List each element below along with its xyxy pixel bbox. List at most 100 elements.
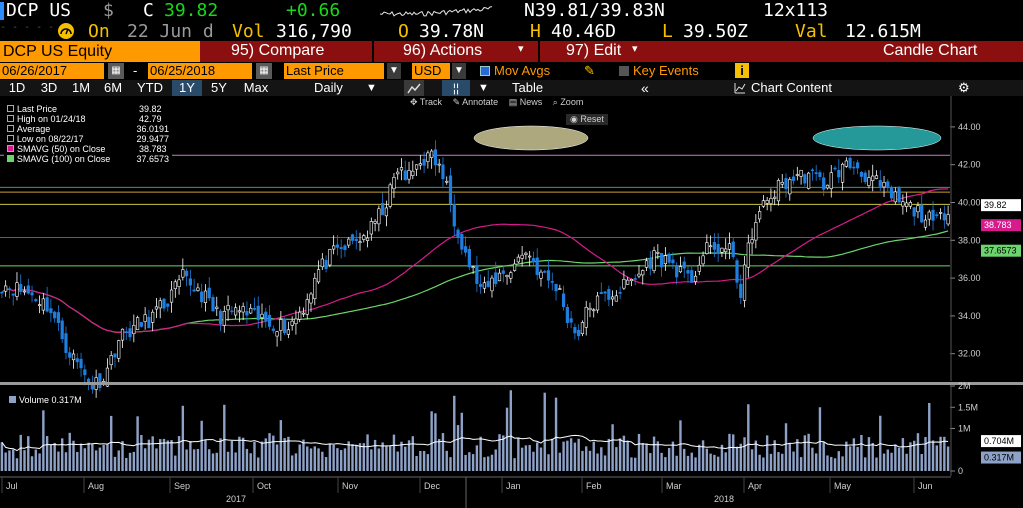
edit-menu[interactable]: 97) Edit xyxy=(566,42,621,60)
chevron-down-icon[interactable]: ▼ xyxy=(478,80,489,96)
candle-body xyxy=(369,221,373,235)
volume-bar xyxy=(61,438,64,471)
volume-bar xyxy=(509,390,513,471)
pencil-icon[interactable]: ✎ xyxy=(584,63,595,79)
period-tab-1m[interactable]: 1M xyxy=(66,80,96,96)
volume-bar xyxy=(645,443,648,471)
volume-bar xyxy=(68,432,71,471)
volume-bar xyxy=(536,442,539,471)
period-tab-ytd[interactable]: YTD xyxy=(130,80,170,96)
volume-bar xyxy=(34,449,38,471)
volume-bar xyxy=(272,435,275,471)
candle-body xyxy=(901,201,905,207)
table-button[interactable]: Table xyxy=(512,80,543,96)
volume-bar xyxy=(38,453,41,471)
period-tab-1d[interactable]: 1D xyxy=(2,80,32,96)
mov-avgs-checkbox[interactable] xyxy=(480,66,490,76)
candle-body xyxy=(452,203,456,227)
volume-bar xyxy=(121,441,124,471)
reset-button[interactable]: ◉ Reset xyxy=(566,114,608,125)
volume-bar xyxy=(143,448,147,471)
chevron-down-icon[interactable]: ▼ xyxy=(452,63,466,79)
candle-icon[interactable]: ¦¦ xyxy=(442,80,470,96)
candle-body xyxy=(720,247,724,253)
edit-dropdown-icon[interactable]: ▾ xyxy=(632,42,638,55)
candle-body xyxy=(678,266,683,273)
volume-bar xyxy=(935,445,939,471)
month-label: Sep xyxy=(174,481,190,491)
ticker[interactable]: DCP US xyxy=(6,0,71,21)
annotate-tool[interactable]: Annotate xyxy=(462,97,498,107)
candle-body xyxy=(908,202,913,207)
volume-bar xyxy=(268,433,271,471)
period-tab-max[interactable]: Max xyxy=(236,80,276,96)
security-name[interactable]: DCP US Equity xyxy=(0,41,200,62)
candle-body xyxy=(279,319,283,331)
candle-body xyxy=(124,331,128,334)
volume-bar xyxy=(758,454,761,471)
key-events-label[interactable]: Key Events xyxy=(633,63,699,78)
period-tab-5y[interactable]: 5Y xyxy=(204,80,234,96)
field-select[interactable]: Last Price xyxy=(284,63,384,79)
candle-body xyxy=(701,255,705,265)
candle-body xyxy=(565,307,569,323)
candle-body xyxy=(0,291,4,294)
volume-bar xyxy=(931,440,935,471)
calendar-icon[interactable]: ▦ xyxy=(108,63,124,79)
volume-bar xyxy=(411,436,414,471)
key-events-checkbox[interactable] xyxy=(619,66,629,76)
speedometer-icon[interactable] xyxy=(58,23,74,39)
candle-body xyxy=(942,213,946,221)
period-tab-6m[interactable]: 6M xyxy=(98,80,128,96)
chart-content-icon[interactable] xyxy=(734,82,746,94)
volume-bar xyxy=(415,455,418,471)
track-tool[interactable]: Track xyxy=(420,97,442,107)
legend-label: High on 01/24/18 xyxy=(17,114,86,124)
zoom-icon[interactable]: ⌕ xyxy=(553,97,558,107)
actions-dropdown-icon[interactable]: ▾ xyxy=(518,42,524,55)
chevron-down-icon[interactable]: ▼ xyxy=(387,63,401,79)
actions-menu[interactable]: 96) Actions xyxy=(403,42,482,60)
news-icon[interactable]: ▤ xyxy=(509,97,518,107)
annotate-icon[interactable]: ✎ xyxy=(453,97,461,107)
candle-body xyxy=(656,252,660,254)
candle-body xyxy=(882,182,886,188)
candle-body xyxy=(550,281,554,283)
volume-bar xyxy=(362,443,365,471)
zoom-tool[interactable]: Zoom xyxy=(560,97,583,107)
chevron-down-icon[interactable]: ▼ xyxy=(366,80,377,96)
chart-content-button[interactable]: Chart Content xyxy=(751,80,832,96)
currency-symbol: $ xyxy=(103,0,114,21)
price-chart[interactable]: 44.00 42.00 40.00 38.00 36.00 34.00 32.00 39.82… xyxy=(0,96,1023,508)
period-tab-1y[interactable]: 1Y xyxy=(172,80,202,96)
news-tool[interactable]: News xyxy=(520,97,543,107)
volume-bar xyxy=(520,447,524,471)
volume-bar xyxy=(400,441,403,471)
candle-body xyxy=(135,317,140,330)
volume-bar xyxy=(788,442,791,471)
currency-select[interactable]: USD xyxy=(412,63,450,79)
volume-bar xyxy=(656,441,660,471)
volume-bar xyxy=(818,407,822,471)
candle-body xyxy=(727,243,732,250)
candle-body xyxy=(871,175,875,181)
line-chart-icon[interactable] xyxy=(404,80,424,96)
candle-body xyxy=(196,287,200,291)
candle-body xyxy=(618,292,622,294)
gear-icon[interactable]: ⚙ xyxy=(958,80,970,96)
candle-body xyxy=(622,278,626,289)
info-icon[interactable]: i xyxy=(735,63,749,78)
calendar-icon[interactable]: ▦ xyxy=(256,63,272,79)
collapse-icon[interactable]: « xyxy=(641,80,649,96)
track-icon[interactable]: ✥ xyxy=(410,97,418,107)
price-tick-label: 42.00 xyxy=(958,160,981,170)
compare-menu[interactable]: 95) Compare xyxy=(231,42,324,60)
end-date-input[interactable]: 06/25/2018 xyxy=(148,63,252,79)
candle-body xyxy=(15,282,19,297)
start-date-input[interactable]: 06/26/2017 xyxy=(0,63,104,79)
volume-bar xyxy=(441,433,445,471)
candle-body xyxy=(79,358,83,369)
mov-avgs-label[interactable]: Mov Avgs xyxy=(494,63,550,78)
period-tab-3d[interactable]: 3D xyxy=(34,80,64,96)
candle-body xyxy=(543,271,547,273)
